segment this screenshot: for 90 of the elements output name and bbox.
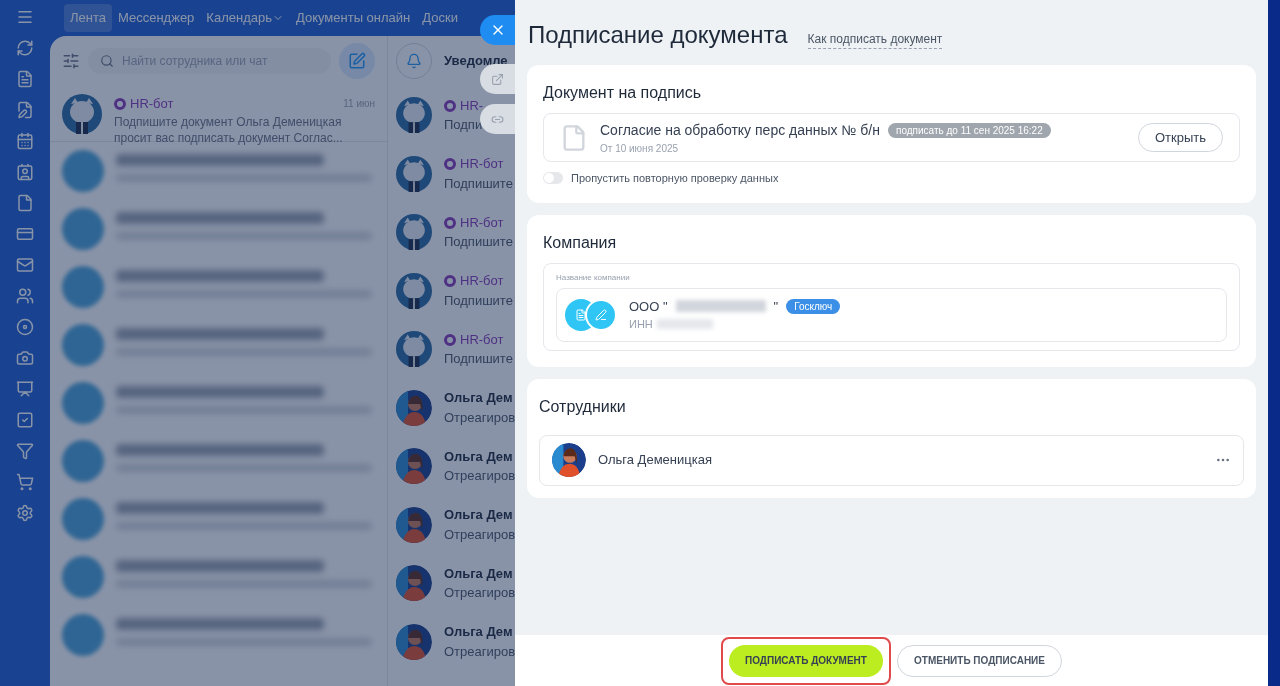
blurred-avatar — [62, 498, 104, 540]
notification-text: Отреагиров — [444, 408, 516, 427]
search-icon — [100, 54, 114, 68]
notification-text: Отреагиров — [444, 467, 516, 486]
section-heading: Компания — [543, 232, 618, 253]
employee-name: Ольга Деменицкая — [598, 451, 712, 470]
notification-author: Ольга Дем — [444, 564, 513, 583]
nav-tab[interactable]: Доски — [416, 4, 464, 32]
notification-author: HR-бот — [460, 272, 504, 291]
external-link-icon — [491, 72, 504, 86]
blurred-avatar — [62, 440, 104, 482]
settings-icon[interactable] — [16, 504, 34, 522]
nav-tab[interactable]: Мессенджер — [112, 4, 201, 32]
document-date: От 10 июня 2025 — [600, 141, 680, 156]
notification-author: HR-бот — [460, 155, 504, 174]
signature-icon — [585, 298, 617, 331]
sidebar-nav-icon[interactable] — [16, 39, 34, 57]
notification-author: Ольга Дем — [444, 389, 513, 408]
sidebar-nav-icon[interactable] — [16, 411, 34, 429]
sidebar-nav-icon[interactable] — [16, 380, 34, 398]
nav-tab[interactable]: Документы онлайн — [289, 4, 417, 32]
company-name-prefix: ООО " — [629, 297, 668, 316]
gosklyuch-badge: Госключ — [786, 298, 841, 314]
notification-text: Отреагиров — [444, 525, 516, 544]
notification-text: Подпишите — [444, 291, 513, 310]
sidebar-nav-icon[interactable] — [16, 225, 34, 243]
company-name-suffix: " — [773, 297, 779, 316]
sidebar-nav-icon[interactable] — [16, 163, 34, 181]
blurred-avatar — [62, 382, 104, 424]
filter-icon[interactable] — [62, 52, 80, 70]
sidebar-nav-icon[interactable] — [16, 349, 34, 367]
help-link[interactable]: Как подписать документ — [807, 30, 943, 49]
sidebar-nav-icon[interactable] — [16, 442, 34, 460]
notification-text: Подпишите — [444, 233, 513, 252]
document-name: Согласие на обработку перс данных № б/н — [600, 120, 880, 140]
notification-author: Ольга Дем — [444, 447, 513, 466]
blurred-avatar — [62, 266, 104, 308]
bot-badge-icon — [444, 275, 456, 287]
redacted-text — [656, 319, 713, 330]
notification-text: Отреагиров — [444, 584, 516, 603]
blurred-avatar — [62, 614, 104, 656]
notification-author: HR- — [460, 96, 484, 115]
bot-avatar — [396, 272, 432, 309]
section-heading: Сотрудники — [539, 396, 627, 417]
notification-author: HR-бот — [460, 213, 504, 232]
bot-badge-icon — [444, 99, 456, 112]
notification-text: Подпишите — [444, 174, 513, 193]
bot-badge-icon — [444, 158, 456, 170]
toggle-switch[interactable] — [543, 172, 563, 185]
blurred-avatar — [62, 556, 104, 598]
notification-text: Подпишите — [444, 350, 513, 369]
notification-author: Ольга Дем — [444, 506, 513, 525]
toggle-label: Пропустить повторную проверку данных — [571, 171, 779, 186]
chat-preview: Подпишите документ Ольга Деменицкая просит вас подписать документ Соглас... — [114, 113, 344, 146]
notifications-title: Уведомле — [444, 52, 508, 71]
deadline-badge: подписать до 11 сен 2025 16:22 — [888, 122, 1051, 138]
bot-avatar — [62, 94, 102, 134]
bot-avatar — [396, 331, 432, 368]
sign-document-button[interactable]: ПОДПИСАТЬ ДОКУМЕНТ — [729, 644, 883, 677]
chat-name: HR-бот — [130, 95, 174, 113]
menu-icon[interactable] — [16, 8, 34, 26]
blurred-avatar — [62, 324, 104, 366]
panel-title: Подписание документа — [528, 20, 788, 50]
bot-badge-icon — [114, 97, 126, 110]
bot-avatar — [396, 97, 432, 134]
nav-tab[interactable]: Календарь — [200, 4, 290, 32]
new-chat-button[interactable] — [339, 43, 375, 79]
sidebar-nav-icon[interactable] — [16, 101, 34, 119]
bot-avatar — [396, 155, 432, 192]
sidebar-nav-icon[interactable] — [16, 132, 34, 150]
notification-text: Отреагиров — [444, 642, 516, 661]
sidebar-nav-icon[interactable] — [16, 318, 34, 336]
blurred-avatar — [62, 150, 104, 192]
sidebar-nav-icon[interactable] — [16, 194, 34, 212]
sidebar-nav-icon[interactable] — [16, 256, 34, 274]
notification-author: Ольга Дем — [444, 623, 513, 642]
notification-text: Подпи — [444, 116, 484, 135]
pen-square-icon — [348, 52, 366, 70]
sidebar-nav-icon[interactable] — [16, 473, 34, 491]
section-heading: Документ на подпись — [543, 83, 703, 103]
sidebar-nav-icon[interactable] — [16, 70, 34, 88]
sidebar-nav-icon[interactable] — [16, 287, 34, 305]
field-label: Название компании — [556, 271, 631, 284]
bot-badge-icon — [444, 333, 456, 346]
bot-badge-icon — [444, 216, 456, 229]
blurred-avatar — [62, 208, 104, 250]
notification-author: HR-бот — [460, 330, 504, 349]
close-button[interactable] — [480, 15, 515, 45]
bot-avatar — [396, 214, 432, 251]
inn-label: ИНН — [629, 317, 653, 332]
